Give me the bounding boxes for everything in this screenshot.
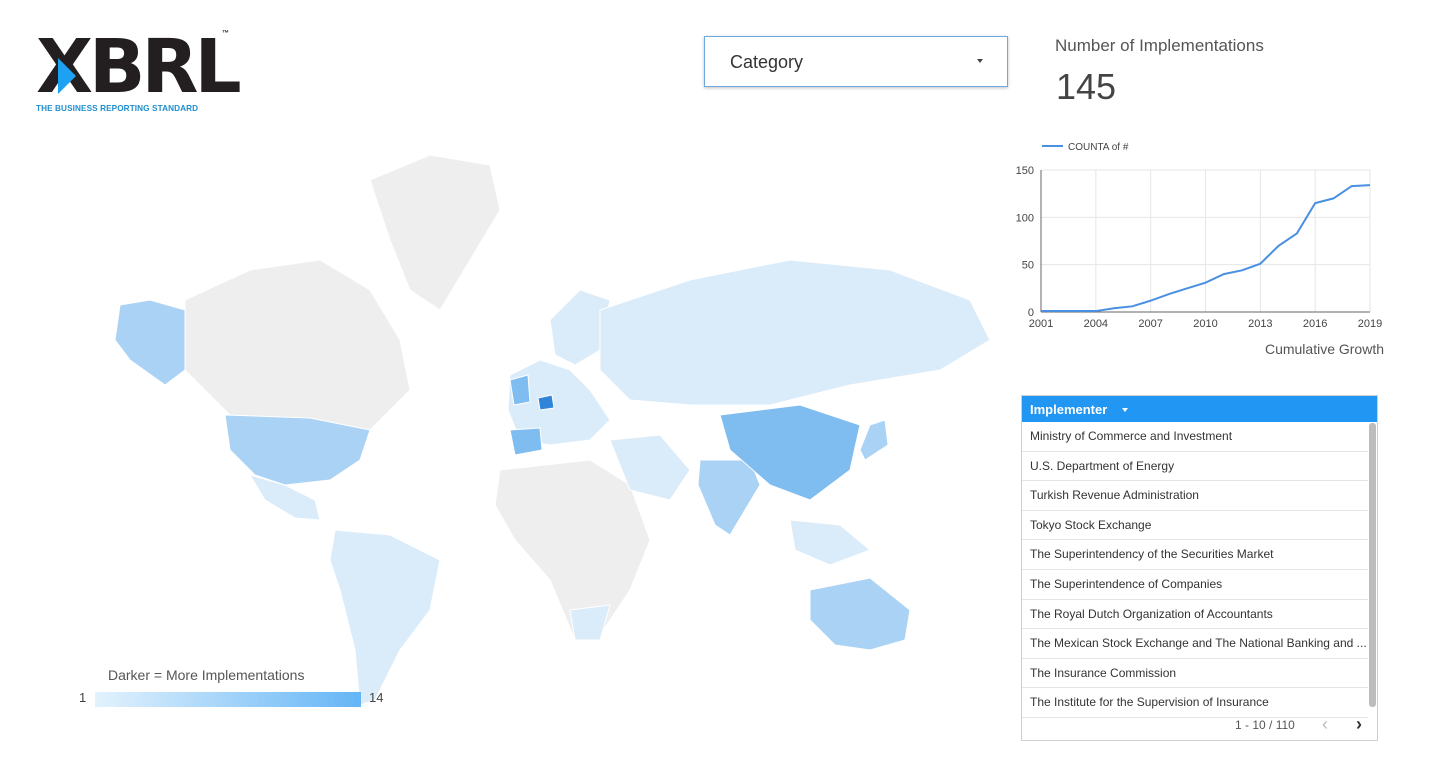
- table-scrollbar[interactable]: [1369, 423, 1376, 707]
- map-region-japan[interactable]: [859, 419, 889, 461]
- map-region-alaska[interactable]: [114, 299, 186, 386]
- chart-y-tick-label: 150: [1016, 165, 1034, 177]
- map-legend-gradient: [95, 692, 361, 707]
- category-filter-dropdown[interactable]: Category: [704, 36, 1008, 87]
- chart-x-axis-title: Cumulative Growth: [1265, 341, 1384, 357]
- chart-y-tick-label: 50: [1022, 260, 1034, 272]
- table-row[interactable]: U.S. Department of Energy: [1022, 452, 1368, 482]
- map-region-greenland[interactable]: [369, 154, 501, 311]
- chart-x-tick-label: 2007: [1138, 318, 1162, 330]
- kpi-value: 145: [1056, 66, 1117, 107]
- table-row[interactable]: The Mexican Stock Exchange and The Natio…: [1022, 629, 1368, 659]
- table-row[interactable]: The Superintendency of the Securities Ma…: [1022, 540, 1368, 570]
- map-region-russia[interactable]: [599, 259, 991, 406]
- category-filter-label: Category: [730, 52, 804, 72]
- map-region-spain[interactable]: [509, 427, 543, 456]
- kpi-title: Number of Implementations: [1055, 36, 1264, 55]
- map-legend-max: 14: [369, 690, 384, 705]
- map-region-canada[interactable]: [184, 259, 411, 431]
- map-region-australia[interactable]: [809, 577, 911, 651]
- chart-x-tick-label: 2016: [1303, 318, 1327, 330]
- map-legend-min: 1: [79, 690, 87, 705]
- caret-down-icon: [977, 59, 983, 63]
- table-header-label: Implementer: [1030, 402, 1108, 417]
- table-rows: Ministry of Commerce and Investment U.S.…: [1022, 422, 1368, 718]
- map-region-uk[interactable]: [509, 374, 531, 406]
- table-row[interactable]: Tokyo Stock Exchange: [1022, 511, 1368, 541]
- map-region-netherlands[interactable]: [537, 394, 555, 411]
- chart-y-tick-label: 100: [1016, 212, 1034, 224]
- logo-tagline: THE BUSINESS REPORTING STANDARD: [36, 104, 199, 113]
- table-row[interactable]: The Insurance Commission: [1022, 659, 1368, 689]
- world-map[interactable]: [70, 140, 1005, 720]
- map-region-south-africa[interactable]: [569, 604, 611, 641]
- chart-x-tick-label: 2001: [1029, 318, 1053, 330]
- sort-caret-icon[interactable]: [1122, 408, 1128, 412]
- chevron-right-icon[interactable]: ›: [1356, 714, 1362, 735]
- table-row[interactable]: Ministry of Commerce and Investment: [1022, 422, 1368, 452]
- map-region-south-america[interactable]: [329, 529, 441, 706]
- table-header-implementer[interactable]: Implementer: [1022, 396, 1377, 422]
- map-region-southeast-asia[interactable]: [789, 519, 871, 566]
- table-row[interactable]: The Royal Dutch Organization of Accounta…: [1022, 600, 1368, 630]
- chart-x-tick-label: 2010: [1193, 318, 1217, 330]
- chart-x-tick-label: 2004: [1084, 318, 1108, 330]
- line-chart-svg: 0501001502001 2004 2007 2010 2013 2016 2019COU…: [1016, 142, 1384, 357]
- cumulative-growth-chart: 0 50 100 150 2001 2004 2007 2010 2013 2016 2019 COU…: [1000, 135, 1400, 365]
- chart-x-tick-label: 2013: [1248, 318, 1272, 330]
- map-region-usa[interactable]: [224, 414, 371, 486]
- chevron-left-icon[interactable]: ‹: [1322, 714, 1328, 735]
- pagination-label: 1 - 10 / 110: [1235, 718, 1295, 732]
- map-region-india[interactable]: [697, 459, 761, 536]
- logo-accent-shape: [58, 58, 76, 94]
- table-row[interactable]: The Superintendence of Companies: [1022, 570, 1368, 600]
- chart-x-tick-label: 2019: [1358, 318, 1382, 330]
- logo-trademark: ™: [222, 30, 229, 37]
- implementer-table: Implementer Ministry of Commerce and Inv…: [1021, 395, 1378, 741]
- xbrl-logo: XBRL ™ THE BUSINESS REPORTING STANDARD: [36, 30, 242, 120]
- world-map-svg: [114, 154, 991, 706]
- map-legend-title: Darker = More Implementations: [108, 667, 305, 683]
- chart-legend-label: COUNTA of #: [1068, 142, 1129, 153]
- table-row[interactable]: Turkish Revenue Administration: [1022, 481, 1368, 511]
- table-row[interactable]: The Institute for the Supervision of Ins…: [1022, 688, 1368, 718]
